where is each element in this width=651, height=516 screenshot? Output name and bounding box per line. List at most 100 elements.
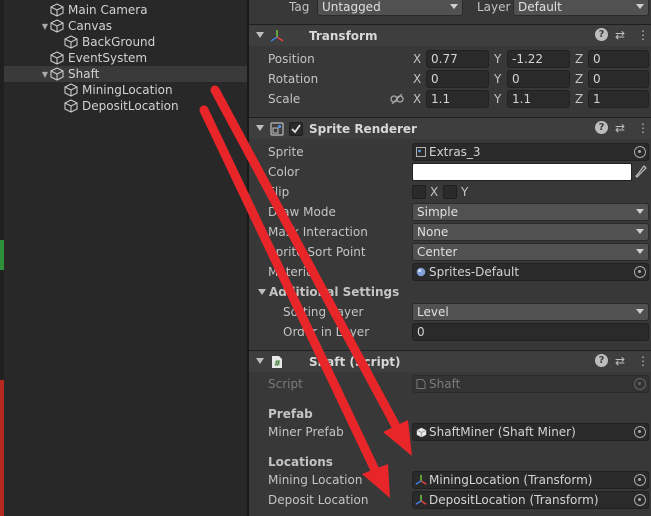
hierarchy-panel: Main Camera ▼ Canvas BackGround EventSys… — [0, 0, 247, 516]
help-icon[interactable]: ? — [595, 28, 608, 41]
rotation-z-field[interactable]: 0 — [588, 70, 649, 88]
help-icon[interactable]: ? — [595, 121, 608, 134]
object-picker-icon — [634, 378, 646, 390]
transform-header[interactable]: Transform ? ⇄ ⋮ — [249, 24, 651, 46]
gutter-marker-red — [0, 380, 4, 516]
rotation-y-field[interactable]: 0 — [507, 70, 570, 88]
flip-y-checkbox[interactable] — [443, 185, 457, 199]
draw-mode-row: Draw Mode Simple — [249, 202, 651, 222]
additional-settings-foldout[interactable]: Additional Settings — [249, 282, 651, 302]
fold-arrow-icon[interactable] — [256, 358, 264, 364]
position-z-field[interactable]: 0 — [588, 50, 649, 68]
mask-interaction-dropdown[interactable]: None — [412, 223, 649, 241]
help-icon[interactable]: ? — [595, 354, 608, 367]
flip-x-checkbox[interactable] — [412, 185, 426, 199]
draw-mode-label: Draw Mode — [268, 205, 336, 219]
transform-axes-icon — [415, 494, 427, 505]
kebab-menu-icon[interactable]: ⋮ — [637, 28, 649, 42]
fold-arrow-icon[interactable] — [256, 32, 264, 38]
deposit-location-row: Deposit Location DepositLocation (Transf… — [249, 490, 651, 510]
preset-sliders-icon[interactable]: ⇄ — [615, 121, 625, 135]
chevron-down-icon — [636, 309, 644, 314]
object-picker-icon[interactable] — [634, 146, 646, 158]
eyedropper-icon[interactable] — [635, 165, 647, 179]
axis-z-label[interactable]: Z — [575, 72, 583, 86]
object-picker-icon[interactable] — [634, 426, 646, 438]
svg-text:#: # — [274, 359, 281, 368]
scale-y-field[interactable]: 1.1 — [507, 90, 570, 108]
fold-arrow-icon[interactable] — [258, 289, 266, 295]
order-in-layer-label: Order in Layer — [283, 325, 370, 339]
object-picker-icon[interactable] — [634, 494, 646, 506]
gameobject-cube-icon — [50, 3, 64, 17]
miner-prefab-row: Miner Prefab ShaftMiner (Shaft Miner) — [249, 422, 651, 442]
scale-x-field[interactable]: 1.1 — [426, 90, 489, 108]
hierarchy-item-background[interactable]: BackGround — [4, 34, 247, 50]
axis-y-label[interactable]: Y — [494, 92, 501, 106]
material-object-field[interactable]: Sprites-Default — [412, 263, 649, 281]
flip-label: Flip — [268, 185, 290, 199]
preset-sliders-icon[interactable]: ⇄ — [615, 28, 625, 42]
order-in-layer-row: Order in Layer 0 — [249, 322, 651, 342]
script-object-field: Shaft — [412, 375, 649, 393]
position-y-field[interactable]: -1.22 — [507, 50, 570, 68]
hierarchy-item-canvas[interactable]: ▼ Canvas — [4, 18, 247, 34]
hierarchy-item-shaft[interactable]: ▼ Shaft — [4, 66, 247, 82]
hierarchy-item-depositlocation[interactable]: DepositLocation — [4, 98, 247, 114]
gameobject-cube-icon — [50, 19, 64, 33]
hierarchy-item-label: EventSystem — [68, 51, 148, 65]
sorting-layer-dropdown[interactable]: Level — [412, 303, 649, 321]
shaft-script-header[interactable]: # Shaft (Script) ? ⇄ ⋮ — [249, 350, 651, 372]
position-x-field[interactable]: 0.77 — [426, 50, 489, 68]
hierarchy-item-mininglocation[interactable]: MiningLocation — [4, 82, 247, 98]
rotation-x-field[interactable]: 0 — [426, 70, 489, 88]
kebab-menu-icon[interactable]: ⋮ — [637, 354, 649, 368]
axis-x-label[interactable]: X — [413, 72, 421, 86]
script-row: Script Shaft — [249, 374, 651, 394]
sprite-renderer-header[interactable]: Sprite Renderer ? ⇄ ⋮ — [249, 117, 651, 139]
axis-z-label[interactable]: Z — [575, 52, 583, 66]
mask-interaction-value: None — [417, 225, 449, 239]
draw-mode-dropdown[interactable]: Simple — [412, 203, 649, 221]
constrain-proportions-link-icon[interactable] — [390, 93, 404, 105]
axis-x-label[interactable]: X — [413, 92, 421, 106]
hierarchy-item-main-camera[interactable]: Main Camera — [4, 2, 247, 18]
sprite-object-field[interactable]: Extras_3 — [412, 143, 649, 161]
object-picker-icon[interactable] — [634, 266, 646, 278]
expand-arrow-icon[interactable]: ▼ — [40, 22, 50, 31]
mining-location-row: Mining Location MiningLocation (Transfor… — [249, 470, 651, 490]
axis-y-label[interactable]: Y — [494, 52, 501, 66]
flip-x-label: X — [430, 185, 439, 199]
axis-y-label[interactable]: Y — [494, 72, 501, 86]
script-file-icon — [416, 379, 426, 389]
axis-x-label[interactable]: X — [413, 52, 421, 66]
mining-location-label: Mining Location — [268, 473, 363, 487]
gameobject-cube-icon — [50, 51, 64, 65]
component-title: Transform — [309, 28, 378, 43]
hierarchy-item-eventsystem[interactable]: EventSystem — [4, 50, 247, 66]
order-in-layer-field[interactable]: 0 — [412, 323, 649, 341]
miner-prefab-value: ShaftMiner (Shaft Miner) — [429, 425, 576, 439]
sprite-row: Sprite Extras_3 — [249, 142, 651, 162]
tag-layer-row: Tag Untagged Layer Default — [249, 0, 651, 17]
deposit-location-object-field[interactable]: DepositLocation (Transform) — [412, 491, 649, 509]
prefab-header-row: Prefab — [249, 404, 651, 424]
tag-dropdown[interactable]: Untagged — [317, 0, 463, 16]
scale-row: Scale X 1.1 Y 1.1 Z 1 — [249, 89, 651, 109]
color-swatch[interactable] — [412, 163, 632, 181]
gutter-marker-green — [0, 240, 4, 270]
preset-sliders-icon[interactable]: ⇄ — [615, 354, 625, 368]
kebab-menu-icon[interactable]: ⋮ — [637, 121, 649, 135]
locations-section-title: Locations — [268, 455, 333, 469]
object-picker-icon[interactable] — [634, 474, 646, 486]
fold-arrow-icon[interactable] — [256, 125, 264, 131]
sprite-sort-point-dropdown[interactable]: Center — [412, 243, 649, 261]
csharp-script-icon: # — [272, 356, 282, 368]
mining-location-object-field[interactable]: MiningLocation (Transform) — [412, 471, 649, 489]
expand-arrow-icon[interactable]: ▼ — [40, 70, 50, 79]
rotation-label: Rotation — [268, 72, 319, 86]
layer-dropdown[interactable]: Default — [513, 0, 649, 16]
miner-prefab-object-field[interactable]: ShaftMiner (Shaft Miner) — [412, 423, 649, 441]
axis-z-label[interactable]: Z — [575, 92, 583, 106]
scale-z-field[interactable]: 1 — [588, 90, 649, 108]
